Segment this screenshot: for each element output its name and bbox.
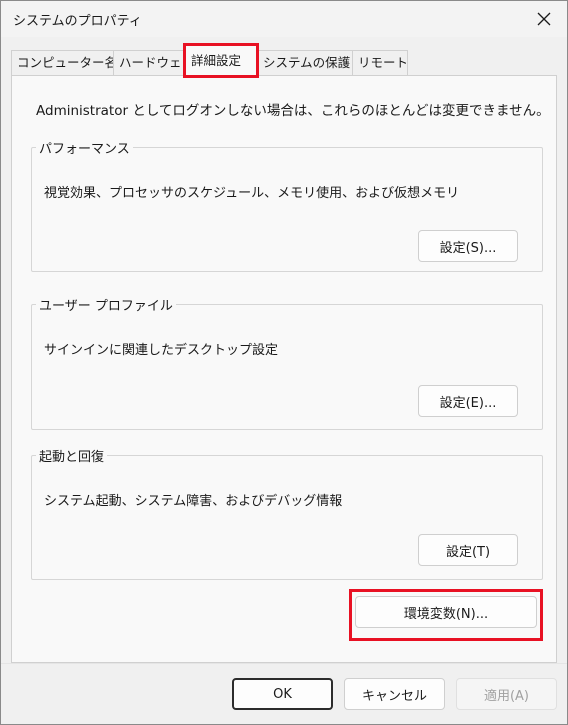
user-profile-settings-button[interactable]: 設定(E)... — [418, 385, 518, 417]
user-profile-description: サインインに関連したデスクトップ設定 — [44, 343, 279, 358]
window-title: システムのプロパティ — [13, 14, 142, 29]
performance-settings-button[interactable]: 設定(S)... — [418, 230, 518, 262]
tab-strip: コンピューター名 ハードウェア 詳細設定 システムの保護 リモート — [11, 43, 411, 78]
startup-recovery-settings-button[interactable]: 設定(T) — [418, 534, 518, 566]
advanced-tab-panel: Administrator としてログオンしない場合は、これらのほとんどは変更で… — [11, 75, 557, 663]
system-properties-dialog: システムのプロパティ コンピューター名 ハードウェア 詳細設定 システムの保護 … — [0, 0, 568, 725]
apply-button[interactable]: 適用(A) — [456, 678, 557, 710]
title-bar: システムのプロパティ — [1, 1, 567, 37]
admin-note: Administrator としてログオンしない場合は、これらのほとんどは変更で… — [36, 103, 550, 119]
environment-variables-button[interactable]: 環境変数(N)... — [355, 596, 537, 628]
tab-system-protection[interactable]: システムの保護 — [257, 50, 353, 76]
startup-recovery-description: システム起動、システム障害、およびデバッグ情報 — [44, 494, 343, 509]
tab-advanced[interactable]: 詳細設定 — [183, 43, 259, 78]
performance-description: 視覚効果、プロセッサのスケジュール、メモリ使用、および仮想メモリ — [44, 186, 460, 201]
cancel-button[interactable]: キャンセル — [344, 678, 445, 710]
footer-divider — [1, 663, 567, 664]
close-button[interactable] — [521, 1, 567, 37]
tab-computer-name[interactable]: コンピューター名 — [11, 50, 117, 76]
startup-recovery-group: 起動と回復 システム起動、システム障害、およびデバッグ情報 設定(T) — [31, 446, 543, 580]
performance-legend: パフォーマンス — [36, 138, 133, 157]
user-profile-group: ユーザー プロファイル サインインに関連したデスクトップ設定 設定(E)... — [31, 295, 543, 430]
tab-remote[interactable]: リモート — [352, 50, 408, 76]
startup-recovery-legend: 起動と回復 — [36, 446, 108, 465]
close-icon — [537, 12, 551, 26]
ok-button[interactable]: OK — [232, 678, 333, 710]
user-profile-legend: ユーザー プロファイル — [36, 295, 176, 314]
performance-group: パフォーマンス 視覚効果、プロセッサのスケジュール、メモリ使用、および仮想メモリ… — [31, 138, 543, 272]
tab-hardware[interactable]: ハードウェア — [113, 50, 194, 76]
